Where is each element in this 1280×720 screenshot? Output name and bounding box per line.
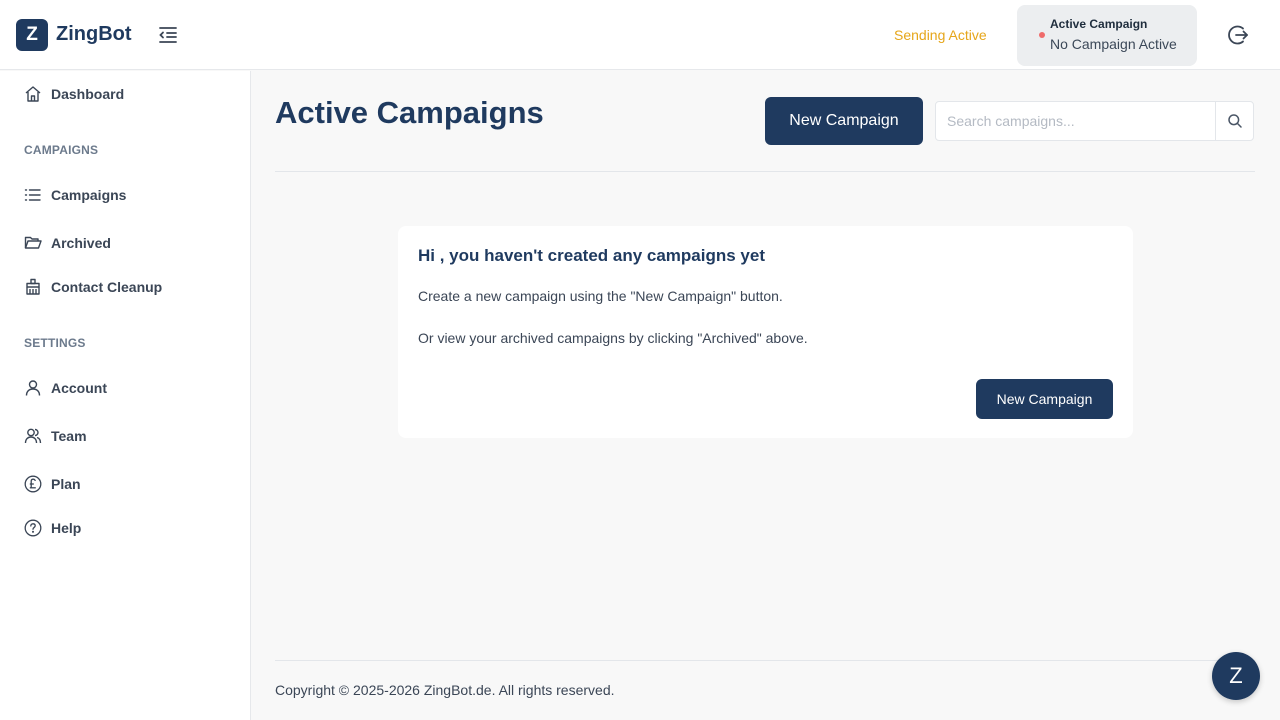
sidebar-item-label: Plan [51, 476, 81, 492]
empty-state-archived-hint: Or view your archived campaigns by click… [418, 330, 808, 346]
active-campaign-panel[interactable]: Active Campaign No Campaign Active [1017, 5, 1197, 66]
header-divider [275, 171, 1255, 172]
status-dot-icon [1039, 32, 1045, 38]
sidebar-item-dashboard[interactable]: Dashboard [24, 83, 124, 105]
sidebar-item-label: Team [51, 428, 87, 444]
sidebar-item-label: Campaigns [51, 187, 127, 203]
top-bar: Z ZingBot Sending Active Active Campaign… [0, 0, 1280, 70]
pound-icon [24, 475, 42, 493]
sidebar-item-archived[interactable]: Archived [24, 232, 111, 254]
sidebar-item-team[interactable]: Team [24, 425, 87, 447]
menu-collapse-icon[interactable] [156, 24, 180, 46]
help-icon [24, 519, 42, 537]
logout-icon[interactable] [1226, 23, 1250, 47]
sidebar-item-label: Account [51, 380, 107, 396]
search-icon[interactable] [1215, 102, 1254, 140]
footer-copyright: Copyright © 2025-2026 ZingBot.de. All ri… [275, 682, 615, 698]
sidebar-item-label: Dashboard [51, 86, 125, 102]
page-title: Active Campaigns [275, 95, 544, 130]
new-campaign-card-button[interactable]: New Campaign [976, 379, 1113, 419]
logo-icon[interactable]: Z [16, 19, 48, 51]
list-icon [24, 186, 42, 204]
section-title-settings: SETTINGS [24, 336, 86, 350]
sidebar-item-contact-cleanup[interactable]: Contact Cleanup [24, 276, 162, 298]
section-title-campaigns: CAMPAIGNS [24, 143, 99, 157]
brand-name[interactable]: ZingBot [56, 23, 132, 46]
new-campaign-button[interactable]: New Campaign [765, 97, 923, 145]
empty-state-instruction: Create a new campaign using the "New Cam… [418, 288, 783, 304]
sidebar-item-account[interactable]: Account [24, 377, 107, 399]
sidebar-item-help[interactable]: Help [24, 517, 81, 539]
search-box [935, 101, 1254, 141]
active-campaign-value: No Campaign Active [1050, 36, 1177, 52]
sending-status: Sending Active [894, 27, 987, 43]
empty-state-heading: Hi , you haven't created any campaigns y… [418, 246, 765, 265]
folder-open-icon [24, 234, 42, 252]
search-input[interactable] [936, 102, 1215, 140]
home-icon [24, 85, 42, 103]
team-icon [24, 427, 42, 445]
sidebar-item-campaigns[interactable]: Campaigns [24, 184, 126, 206]
chat-button[interactable]: Z [1212, 652, 1260, 700]
sidebar-item-plan[interactable]: Plan [24, 473, 81, 495]
footer-divider [275, 660, 1255, 661]
user-icon [24, 379, 42, 397]
cleanup-icon [24, 278, 42, 296]
sidebar: Dashboard CAMPAIGNS Campaigns Archived C… [0, 71, 251, 720]
sidebar-item-label: Help [51, 520, 82, 536]
sidebar-item-label: Archived [51, 235, 111, 251]
active-campaign-label: Active Campaign [1050, 17, 1148, 31]
sidebar-item-label: Contact Cleanup [51, 279, 163, 295]
empty-state-card: Hi , you haven't created any campaigns y… [398, 226, 1133, 438]
